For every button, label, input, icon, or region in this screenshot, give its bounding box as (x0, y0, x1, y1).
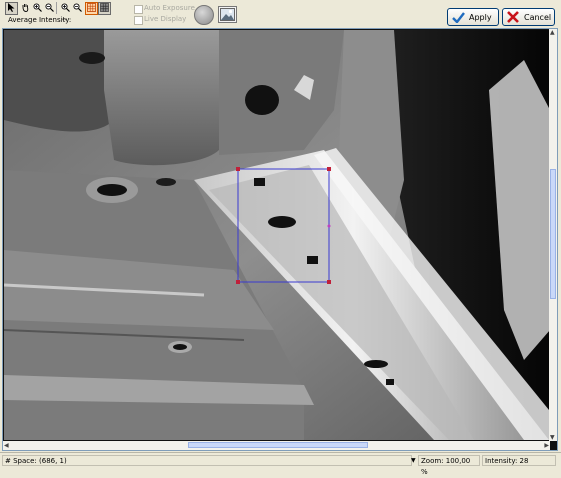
roi-handle[interactable] (327, 280, 331, 284)
vertical-scroll-thumb[interactable] (550, 169, 556, 299)
hand-icon (21, 3, 30, 14)
average-intensity-value: -- (62, 16, 68, 24)
zoom-out-tool-button[interactable] (43, 2, 56, 15)
zoom-in-icon (33, 3, 42, 14)
apply-button[interactable]: Apply (447, 8, 499, 26)
grid-fill-icon (100, 3, 109, 14)
auto-exposure-checkbox[interactable] (134, 5, 143, 14)
image-button[interactable] (218, 6, 237, 23)
toolbar: Average Intensity: -- Auto Exposure Live… (0, 0, 561, 28)
roi-handle[interactable] (236, 167, 240, 171)
scroll-up-icon[interactable]: ▲ (550, 29, 555, 36)
live-display-label: Live Display (144, 15, 187, 23)
intensity-readout: Intensity: 28 (482, 455, 556, 466)
grid-fill-tool-button[interactable] (98, 2, 111, 15)
cancel-label: Cancel (524, 12, 552, 22)
cancel-button[interactable]: Cancel (502, 8, 555, 26)
grid-icon (87, 3, 96, 14)
vertical-scrollbar[interactable]: ▲ ▼ (549, 29, 557, 441)
zoom-out-icon (45, 3, 54, 14)
camera-image-svg (4, 30, 550, 440)
camera-image[interactable] (4, 30, 550, 440)
toolbar-separator (56, 2, 57, 14)
space-coordinates: # Space: (686, 1) (2, 455, 412, 466)
apply-label: Apply (469, 12, 492, 22)
scroll-down-icon[interactable]: ▼ (550, 434, 555, 441)
roi-handle[interactable] (236, 280, 240, 284)
scroll-left-icon[interactable]: ◀ (4, 442, 9, 449)
image-viewer[interactable]: ▲ ▼ ◀ ▶ (2, 28, 558, 451)
horizontal-scrollbar[interactable]: ◀ ▶ (3, 441, 550, 450)
capture-button[interactable] (194, 5, 214, 25)
status-bar: # Space: (686, 1) ▼ Zoom: 100,00 % Inten… (0, 452, 561, 476)
pointer-icon (7, 3, 16, 14)
image-icon (219, 8, 236, 24)
close-icon (506, 10, 520, 24)
horizontal-scroll-thumb[interactable] (188, 442, 368, 448)
zoom-in-2-icon (61, 3, 70, 14)
pointer-tool-button[interactable] (5, 2, 18, 15)
live-display-checkbox[interactable] (134, 16, 143, 25)
checkmark-icon (451, 10, 465, 24)
zoom-dropdown-icon[interactable]: ▼ (409, 455, 417, 466)
zoom-out-2-tool-button[interactable] (71, 2, 84, 15)
zoom-out-2-icon (73, 3, 82, 14)
roi-handle[interactable] (327, 167, 331, 171)
auto-exposure-label: Auto Exposure (144, 4, 195, 12)
zoom-level: Zoom: 100,00 % (418, 455, 480, 476)
roi-center-handle[interactable] (327, 224, 331, 228)
grid-tool-button[interactable] (85, 2, 98, 15)
scroll-right-icon[interactable]: ▶ (544, 442, 549, 449)
